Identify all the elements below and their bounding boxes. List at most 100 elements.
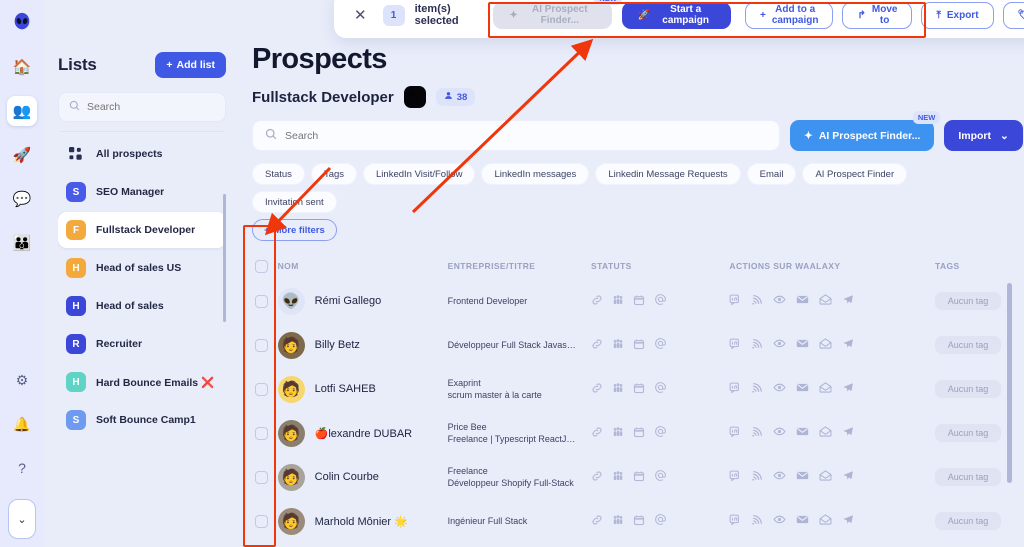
toolbar-ai-prospect-finder-button[interactable]: NEW ✦ AI Prospect Finder... [493,0,622,29]
envelope-open-icon[interactable] [819,425,832,441]
prospect-search[interactable] [252,120,780,151]
calendar-icon[interactable] [633,338,645,353]
toolbar-action-export[interactable]: ⤒ Export [921,1,994,29]
eye-icon[interactable] [773,469,786,485]
filter-chip-7[interactable]: Invitation sent [252,191,337,213]
rail-item-notifications[interactable]: 🔔 [7,409,37,439]
envelope-closed-icon[interactable] [796,513,809,529]
table-row[interactable]: 👽 Rémi Gallego Frontend Developer Aucun tag [240,279,1024,323]
row-tag-pill[interactable]: Aucun tag [935,380,1002,398]
send-icon[interactable] [842,338,854,353]
people-icon[interactable] [612,426,624,441]
row-checkbox[interactable] [255,470,269,484]
row-tag-pill[interactable]: Aucun tag [935,512,1002,530]
follow-icon[interactable] [751,294,763,309]
row-tag-pill[interactable]: Aucun tag [935,336,1002,354]
link-icon[interactable] [591,470,603,485]
toolbar-action-add-to-a-campaign[interactable]: + Add to a campaign [744,1,834,29]
linkedin-message-icon[interactable] [729,382,741,397]
follow-icon[interactable] [751,426,763,441]
rail-item-campaigns[interactable]: 🚀 [7,140,37,170]
row-tag-pill[interactable]: Aucun tag [935,468,1002,486]
ai-prospect-finder-button[interactable]: NEW ✦ AI Prospect Finder... [790,111,941,151]
sidebar-item-2[interactable]: H Head of sales US [58,250,226,286]
at-icon[interactable] [654,469,667,485]
at-icon[interactable] [654,293,667,309]
envelope-closed-icon[interactable] [796,425,809,441]
row-checkbox[interactable] [255,514,269,528]
row-tag-pill[interactable]: Aucun tag [935,424,1002,442]
send-icon[interactable] [842,514,854,529]
rail-item-home[interactable]: 🏠 [7,52,37,82]
send-icon[interactable] [842,382,854,397]
lists-search-input[interactable] [87,101,215,113]
row-checkbox[interactable] [255,294,269,308]
envelope-open-icon[interactable] [819,469,832,485]
linkedin-message-icon[interactable] [729,514,741,529]
at-icon[interactable] [654,337,667,353]
envelope-closed-icon[interactable] [796,381,809,397]
sidebar-item-4[interactable]: R Recruiter [58,326,226,362]
link-icon[interactable] [591,514,603,529]
envelope-closed-icon[interactable] [796,337,809,353]
sidebar-item-all-prospects[interactable]: All prospects [58,136,226,172]
envelope-closed-icon[interactable] [796,469,809,485]
more-filters-button[interactable]: + More filters [252,219,337,241]
follow-icon[interactable] [751,382,763,397]
follow-icon[interactable] [751,470,763,485]
link-icon[interactable] [591,338,603,353]
eye-icon[interactable] [773,425,786,441]
people-icon[interactable] [612,514,624,529]
table-scrollbar[interactable] [1007,283,1012,483]
toolbar-action-tag[interactable]: 🏷Tag [1002,1,1024,29]
eye-icon[interactable] [773,513,786,529]
eye-icon[interactable] [773,381,786,397]
linkedin-message-icon[interactable] [729,426,741,441]
envelope-open-icon[interactable] [819,381,832,397]
filter-chip-3[interactable]: LinkedIn messages [481,163,590,185]
people-icon[interactable] [612,382,624,397]
at-icon[interactable] [654,381,667,397]
rail-item-settings[interactable]: ⚙ [7,365,37,395]
link-icon[interactable] [591,426,603,441]
close-icon[interactable]: ✕ [348,6,373,24]
linkedin-message-icon[interactable] [729,338,741,353]
rail-item-prospects[interactable]: 👥 [7,96,37,126]
envelope-open-icon[interactable] [819,513,832,529]
alien-logo-icon[interactable] [8,8,36,36]
lists-scrollbar[interactable] [223,194,226,322]
start-campaign-button[interactable]: 🚀 Start a campaign [621,1,731,29]
calendar-icon[interactable] [633,426,645,441]
sidebar-item-0[interactable]: S SEO Manager [58,174,226,210]
sidebar-item-6[interactable]: S Soft Bounce Camp1 [58,402,226,434]
people-icon[interactable] [612,338,624,353]
send-icon[interactable] [842,470,854,485]
sidebar-item-5[interactable]: H Hard Bounce Emails ❌ [58,364,226,400]
at-icon[interactable] [654,513,667,529]
filter-chip-1[interactable]: Tags [310,163,358,185]
send-icon[interactable] [842,426,854,441]
link-icon[interactable] [591,382,603,397]
row-checkbox[interactable] [255,338,269,352]
envelope-open-icon[interactable] [819,293,832,309]
row-checkbox[interactable] [255,382,269,396]
people-icon[interactable] [612,294,624,309]
toolbar-action-move-to[interactable]: ↱ Move to [842,1,913,29]
filter-chip-4[interactable]: Linkedin Message Requests [595,163,741,185]
table-row[interactable]: 🧑 Colin Courbe Freelance Développeur Shopif… [240,455,1024,499]
linkedin-message-icon[interactable] [729,470,741,485]
calendar-icon[interactable] [633,382,645,397]
table-row[interactable]: 🧑 Lotfi SAHEB Exaprint scrum master à la ca… [240,367,1024,411]
envelope-open-icon[interactable] [819,337,832,353]
row-checkbox[interactable] [255,426,269,440]
rail-item-inbox[interactable]: 💬 [7,184,37,214]
filter-chip-0[interactable]: Status [252,163,305,185]
eye-icon[interactable] [773,293,786,309]
people-icon[interactable] [612,470,624,485]
calendar-icon[interactable] [633,470,645,485]
table-row[interactable]: 🧑Thibaud AuzouSenior Software EngineerAu… [240,543,1024,547]
follow-icon[interactable] [751,514,763,529]
list-emoji-badge[interactable]: 🏷 [403,86,426,108]
lists-scroll-area[interactable]: All prospects S SEO Manager F Fullstack Dev… [58,134,226,434]
expand-rail-button[interactable]: ⌄ [8,499,36,539]
